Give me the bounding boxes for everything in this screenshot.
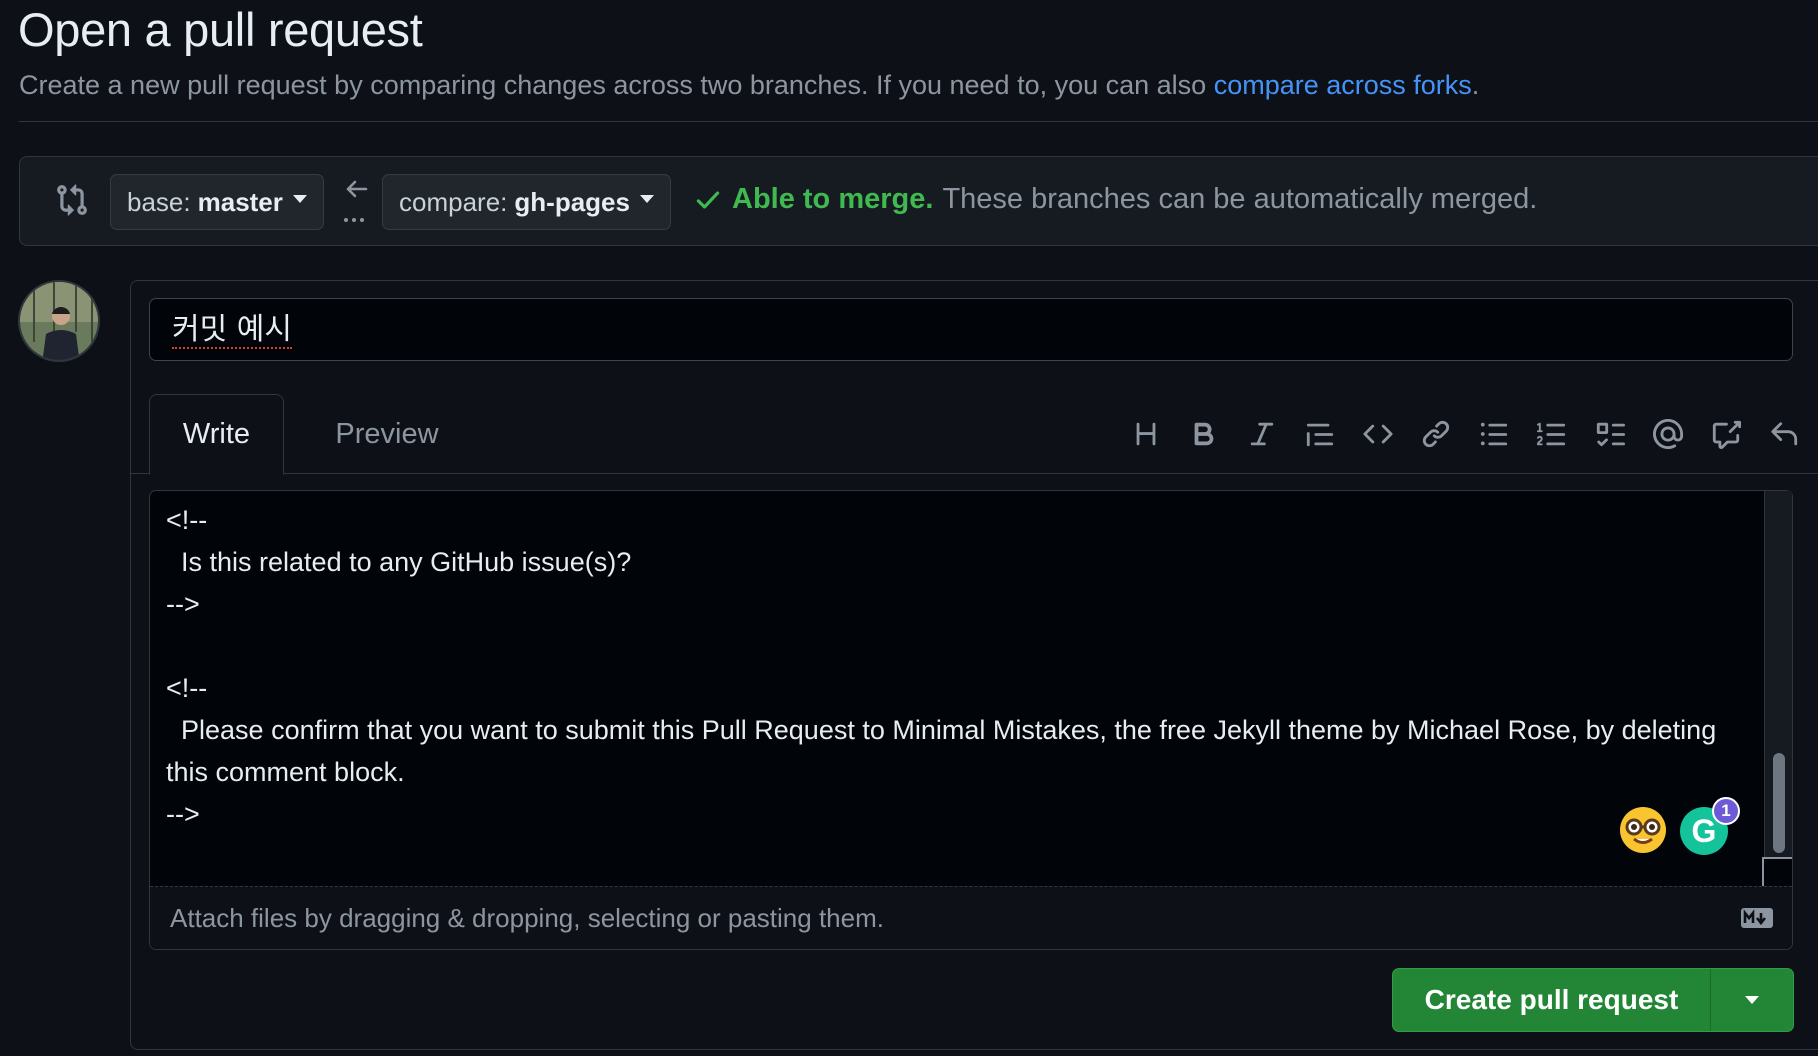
compare-branch-select[interactable]: compare: gh-pages [382,174,671,230]
italic-icon[interactable] [1233,412,1291,456]
branch-range-editor: base: master compare: gh-pages Able to mer… [19,156,1818,246]
heading-icon[interactable] [1117,412,1175,456]
merge-status-label: Able to merge. [732,183,934,215]
chevron-down-icon [1745,996,1759,1004]
compare-prefix: compare: [399,186,508,217]
create-pull-request-button-group: Create pull request [1392,968,1794,1032]
page-subtitle: Create a new pull request by comparing c… [19,70,1479,101]
resize-handle[interactable] [1762,857,1792,887]
check-icon [696,190,720,209]
merge-status: Able to merge. These branches can be aut… [694,183,1537,216]
create-pull-request-button[interactable]: Create pull request [1393,969,1711,1031]
base-prefix: base: [127,186,191,217]
undo-icon[interactable] [1755,412,1813,456]
tab-write[interactable]: Write [149,394,284,475]
comment-body-editor: <!-- Is this related to any GitHub issue… [149,490,1793,950]
avatar-image [20,282,98,360]
comment-body-textarea[interactable]: <!-- Is this related to any GitHub issue… [166,499,1756,869]
scroll-thumb[interactable] [1773,753,1785,853]
avatar[interactable] [18,280,100,362]
file-attachment-bar[interactable]: Attach files by dragging & dropping, sel… [150,886,1792,949]
chevron-down-icon [639,195,654,203]
merge-status-detail: These branches can be automatically merg… [942,183,1538,215]
bulleted-list-icon[interactable] [1465,412,1523,456]
markdown-toolbar [1117,412,1813,456]
chevron-down-icon [292,195,307,203]
create-options-dropdown[interactable] [1711,969,1793,1031]
base-branch-select[interactable]: base: master [110,174,324,230]
divider [19,121,1818,122]
compare-across-forks-link[interactable]: compare across forks [1214,70,1472,100]
editor-scrollbar[interactable] [1764,491,1792,886]
numbered-list-icon[interactable] [1523,412,1581,456]
title-input[interactable]: 커밋 예시 [149,298,1793,361]
markdown-icon[interactable] [1740,907,1774,929]
editor-tabs: Write Preview [131,394,1818,475]
arrow-left-icon [344,180,368,222]
code-icon[interactable] [1349,412,1407,456]
task-list-icon[interactable] [1581,412,1639,456]
subtitle-text: Create a new pull request by comparing c… [19,70,1214,100]
compare-branch-name: gh-pages [514,186,630,217]
git-compare-icon [57,184,87,216]
cross-reference-icon[interactable] [1697,412,1755,456]
quote-icon[interactable] [1291,412,1349,456]
mention-icon[interactable] [1639,412,1697,456]
page-title: Open a pull request [18,3,423,56]
tab-preview[interactable]: Preview [316,394,458,475]
bold-icon[interactable] [1175,412,1233,456]
nerd-face-icon [1621,808,1665,852]
base-branch-name: master [197,186,283,217]
attach-hint: Attach files by dragging & dropping, sel… [170,903,884,933]
grammarly-count-badge: 1 [1712,797,1740,825]
nerd-face-emoji-icon[interactable] [1620,807,1666,853]
title-input-value: 커밋 예시 [172,312,292,349]
link-icon[interactable] [1407,412,1465,456]
subtitle-period: . [1471,70,1480,100]
